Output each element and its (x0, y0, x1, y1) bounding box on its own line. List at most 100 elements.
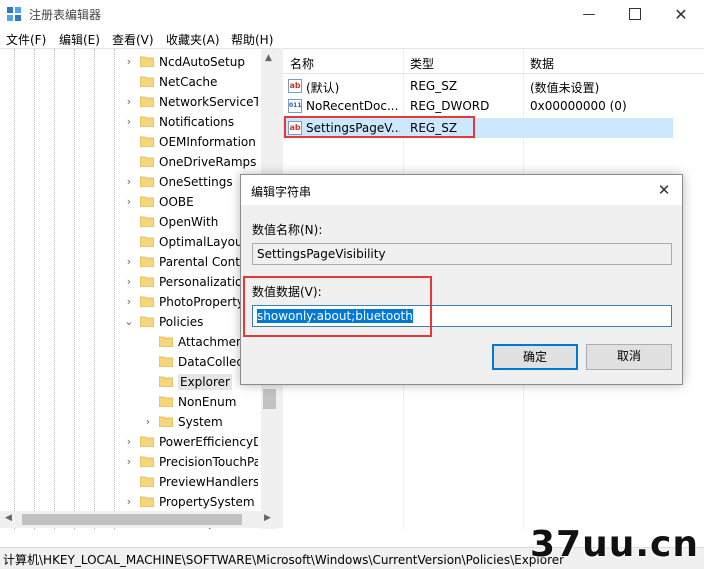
regedit-app-icon (7, 7, 21, 21)
chevron-right-icon[interactable]: › (124, 175, 134, 189)
scroll-right-icon[interactable]: ▶ (264, 513, 271, 523)
menu-file[interactable]: 文件(F) (6, 31, 46, 48)
tree-item-label: PowerEfficiencyDi (159, 435, 258, 449)
tree-horizontal-scrollbar[interactable]: ◀ ▶ (0, 511, 278, 528)
folder-icon (139, 496, 155, 508)
tree-item[interactable]: ⌄ Policies (0, 312, 262, 332)
chevron-right-icon[interactable]: › (124, 295, 134, 309)
minimize-button[interactable]: — (566, 0, 612, 28)
tree-item[interactable]: › PhotoProperty (0, 292, 262, 312)
tree-item[interactable]: DataCollec (0, 352, 262, 372)
menu-favorites[interactable]: 收藏夹(A) (166, 31, 220, 48)
registry-tree[interactable]: › NcdAutoSetup NetCache › NetworkServiceTr › N… (0, 48, 278, 529)
chevron-right-icon[interactable]: › (124, 195, 134, 209)
tree-item[interactable]: NonEnum (0, 392, 262, 412)
scroll-left-icon[interactable]: ◀ (5, 513, 12, 523)
value-row[interactable]: 011 NoRecentDoc... REG_DWORD 0x00000000 … (283, 96, 673, 116)
folder-icon (158, 356, 174, 368)
chevron-right-icon[interactable]: › (124, 495, 134, 509)
tree-item[interactable]: NetCache (0, 72, 262, 92)
tree-item[interactable]: › NcdAutoSetup (0, 52, 262, 72)
tree-item[interactable]: › Personalizatio (0, 272, 262, 292)
tree-item-label: OneDriveRamps (159, 155, 257, 169)
column-type[interactable]: 类型 (410, 55, 434, 72)
dialog-close-icon[interactable]: ✕ (651, 178, 677, 202)
tree-item[interactable]: OneDriveRamps (0, 152, 262, 172)
dword-value-icon: 011 (288, 99, 302, 113)
tree-item-label: Policies (159, 315, 204, 329)
tree-item[interactable]: PreviewHandlers (0, 472, 262, 492)
cancel-button[interactable]: 取消 (586, 344, 672, 370)
tree-item-label: Attachmen (178, 335, 244, 349)
menu-edit[interactable]: 编辑(E) (59, 31, 100, 48)
tree-item[interactable]: › OneSettings (0, 172, 262, 192)
watermark: 37uu.cn (530, 524, 699, 565)
tree-item[interactable]: › OOBE (0, 192, 262, 212)
tree-item[interactable]: › Parental Contro (0, 252, 262, 272)
value-name-text: SettingsPageVisibility (257, 247, 386, 261)
folder-icon (139, 156, 155, 168)
tree-item[interactable]: › Notifications (0, 112, 262, 132)
column-name[interactable]: 名称 (290, 55, 314, 72)
no-expander (124, 135, 134, 149)
tree-item-selected[interactable]: Explorer (0, 372, 262, 392)
tree-item-label: OpenWith (159, 215, 219, 229)
tree-item-label: DataCollec (178, 355, 244, 369)
folder-icon (139, 476, 155, 488)
value-row[interactable]: ab (默认) REG_SZ (数值未设置) (283, 76, 673, 96)
regedit-window: 注册表编辑器 — ✕ 文件(F) 编辑(E) 查看(V) 收藏夹(A) 帮助(H… (0, 0, 704, 569)
close-button[interactable]: ✕ (658, 0, 704, 28)
tree-item[interactable]: OpenWith (0, 212, 262, 232)
value-name-label: 数值名称(N): (252, 223, 323, 237)
folder-icon (158, 376, 174, 388)
tree-item[interactable]: › PrecisionTouchPa (0, 452, 262, 472)
tree-item-label: Personalizatio (159, 275, 243, 289)
column-data[interactable]: 数据 (530, 55, 554, 72)
no-expander (143, 375, 153, 389)
folder-icon (139, 296, 155, 308)
chevron-right-icon[interactable]: › (124, 115, 134, 129)
tree-item-label: NonEnum (178, 395, 237, 409)
no-expander (124, 235, 134, 249)
title-bar: 注册表编辑器 — ✕ (0, 0, 704, 28)
no-expander (124, 155, 134, 169)
tree-item[interactable]: OEMInformation (0, 132, 262, 152)
chevron-right-icon[interactable]: › (124, 55, 134, 69)
no-expander (124, 75, 134, 89)
value-name: NoRecentDoc... (306, 99, 399, 113)
chevron-right-icon[interactable]: › (124, 275, 134, 289)
chevron-right-icon[interactable]: › (124, 435, 134, 449)
scroll-thumb[interactable] (263, 389, 276, 409)
tree-item-label: PrecisionTouchPa (159, 455, 258, 469)
ok-button[interactable]: 确定 (492, 344, 578, 370)
tree-item[interactable]: OptimalLayout (0, 232, 262, 252)
value-data: (数值未设置) (530, 81, 600, 95)
tree-item[interactable]: Attachmen (0, 332, 262, 352)
highlight-box-data (243, 276, 432, 337)
folder-icon (139, 316, 155, 328)
menu-view[interactable]: 查看(V) (112, 31, 154, 48)
scroll-up-icon[interactable]: ▲ (265, 53, 272, 63)
tree-item-label: NetCache (159, 75, 218, 89)
tree-item-label: NcdAutoSetup (159, 55, 245, 69)
tree-item[interactable]: › PowerEfficiencyDi (0, 432, 262, 452)
minimize-icon: — (582, 6, 596, 22)
tree-item[interactable]: › PropertySystem (0, 492, 262, 512)
value-name: (默认) (306, 81, 340, 95)
folder-icon (139, 116, 155, 128)
folder-icon (139, 136, 155, 148)
folder-icon (139, 176, 155, 188)
tree-item[interactable]: › System (0, 412, 262, 432)
tree-item[interactable]: › NetworkServiceTr (0, 92, 262, 112)
value-type: REG_DWORD (410, 99, 490, 113)
chevron-right-icon[interactable]: › (124, 255, 134, 269)
chevron-down-icon[interactable]: ⌄ (124, 315, 134, 329)
chevron-right-icon[interactable]: › (143, 415, 153, 429)
chevron-right-icon[interactable]: › (124, 95, 134, 109)
tree-item-label: OOBE (159, 195, 194, 209)
window-title: 注册表编辑器 (29, 8, 102, 22)
scroll-thumb[interactable] (22, 514, 242, 525)
menu-help[interactable]: 帮助(H) (231, 31, 273, 48)
maximize-button[interactable] (612, 0, 658, 28)
chevron-right-icon[interactable]: › (124, 455, 134, 469)
